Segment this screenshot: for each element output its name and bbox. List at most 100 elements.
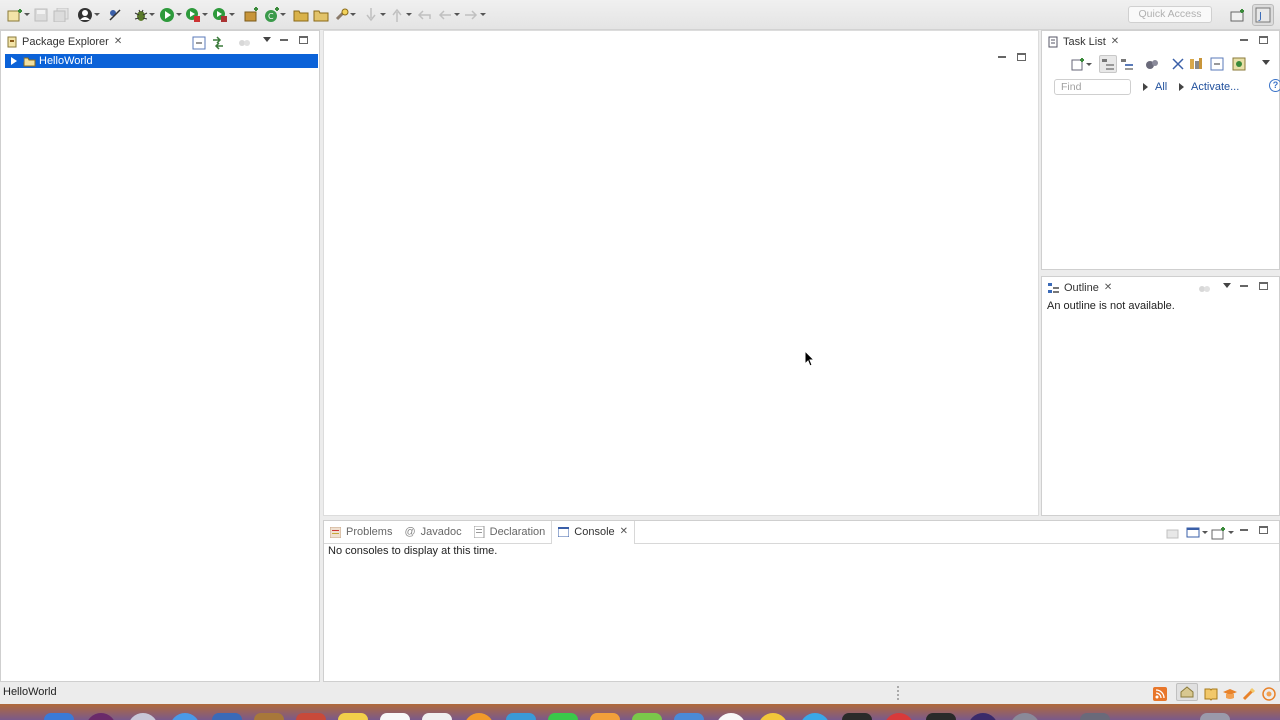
tab-declaration[interactable]: Declaration — [468, 521, 552, 543]
link-with-editor-icon[interactable] — [211, 34, 225, 52]
overview-icon[interactable] — [1176, 683, 1198, 701]
filter-all-link[interactable]: All — [1143, 81, 1167, 93]
run-dropdown-icon[interactable] — [176, 13, 182, 16]
hide-completed-icon[interactable] — [1171, 55, 1185, 73]
dock-app-icon[interactable] — [380, 713, 410, 720]
open-console-dropdown-icon[interactable] — [1228, 531, 1234, 534]
tab-outline[interactable]: Outline ✕ — [1042, 277, 1118, 299]
dock-app-icon[interactable] — [884, 713, 914, 720]
dock-app-icon[interactable] — [548, 713, 578, 720]
dock-app-icon[interactable] — [800, 713, 830, 720]
tab-javadoc[interactable]: @ Javadoc — [398, 521, 467, 543]
dock-app-icon[interactable] — [86, 713, 116, 720]
new-task-dropdown-icon[interactable] — [1086, 63, 1092, 66]
trash-icon[interactable] — [1200, 713, 1230, 720]
dock-app-icon[interactable] — [506, 713, 536, 720]
dock-app-icon[interactable] — [44, 713, 74, 720]
repositories-icon[interactable] — [1232, 55, 1246, 73]
rss-icon[interactable] — [1153, 685, 1167, 703]
editor-minimize-icon[interactable] — [998, 56, 1006, 58]
dock-app-icon[interactable] — [338, 713, 368, 720]
view-menu-icon[interactable] — [263, 37, 271, 42]
run-icon[interactable] — [159, 6, 175, 24]
new-java-class-dropdown-icon[interactable] — [280, 13, 286, 16]
profile-dropdown-icon[interactable] — [94, 13, 100, 16]
tab-package-explorer[interactable]: Package Explorer ✕ — [1, 31, 128, 53]
tree-item-project[interactable]: J HelloWorld — [5, 54, 318, 68]
profile-icon[interactable] — [77, 6, 93, 24]
minimize-icon[interactable] — [280, 39, 288, 41]
minimize-icon[interactable] — [1240, 529, 1248, 531]
close-icon[interactable]: ✕ — [114, 37, 122, 47]
dock-app-icon[interactable] — [632, 713, 662, 720]
external-tools-dropdown-icon[interactable] — [229, 13, 235, 16]
dock-app-icon[interactable] — [1080, 713, 1110, 720]
open-perspective-icon[interactable] — [1230, 6, 1246, 24]
whats-new-icon[interactable] — [1242, 685, 1256, 703]
dock-app-icon[interactable] — [212, 713, 242, 720]
new-icon[interactable] — [7, 6, 23, 24]
quick-access-field[interactable]: Quick Access — [1128, 6, 1212, 23]
debug-icon[interactable] — [133, 6, 149, 24]
editor-maximize-icon[interactable] — [1017, 53, 1026, 61]
marketplace-icon[interactable] — [1262, 685, 1276, 703]
tutorials-icon[interactable] — [1223, 685, 1237, 703]
collapse-all-icon[interactable] — [1210, 55, 1224, 73]
search-dropdown-icon[interactable] — [350, 13, 356, 16]
help-icon[interactable]: ? — [1269, 79, 1280, 92]
minimize-icon[interactable] — [1240, 39, 1248, 41]
dock-app-icon[interactable] — [1010, 713, 1040, 720]
java-perspective-icon[interactable]: J — [1252, 4, 1274, 26]
dock-app-icon[interactable] — [170, 713, 200, 720]
dock-app-icon[interactable] — [296, 713, 326, 720]
tab-console[interactable]: Console ✕ — [551, 520, 636, 544]
view-menu-icon[interactable] — [1262, 60, 1270, 65]
dock-app-icon[interactable] — [590, 713, 620, 720]
editor-area[interactable] — [323, 30, 1039, 516]
dock-app-icon[interactable] — [674, 713, 704, 720]
focus-on-workweek-icon[interactable] — [1145, 55, 1159, 73]
activate-link[interactable]: Activate... — [1179, 81, 1239, 93]
dock-app-icon[interactable] — [464, 713, 494, 720]
close-icon[interactable]: ✕ — [1104, 283, 1112, 293]
maximize-icon[interactable] — [1259, 282, 1268, 290]
open-console-icon[interactable] — [1211, 524, 1227, 542]
collapse-all-icon[interactable] — [192, 34, 206, 52]
close-icon[interactable]: ✕ — [1111, 37, 1119, 47]
new-task-icon[interactable] — [1071, 55, 1085, 73]
dock-app-icon[interactable] — [254, 713, 284, 720]
maximize-icon[interactable] — [1259, 36, 1268, 44]
dock-app-icon[interactable] — [128, 713, 158, 720]
dock-app-icon[interactable] — [716, 713, 746, 720]
new-java-package-icon[interactable] — [243, 6, 259, 24]
tab-task-list[interactable]: Task List ✕ — [1042, 31, 1125, 53]
synchronize-icon[interactable] — [1189, 55, 1203, 73]
dock-app-icon[interactable] — [926, 713, 956, 720]
coverage-icon[interactable] — [185, 6, 201, 24]
minimize-icon[interactable] — [1240, 285, 1248, 287]
categorized-icon[interactable] — [1099, 55, 1117, 73]
new-dropdown-icon[interactable] — [24, 13, 30, 16]
dock-app-icon[interactable] — [968, 713, 998, 720]
dock-app-icon[interactable] — [422, 713, 452, 720]
coverage-dropdown-icon[interactable] — [202, 13, 208, 16]
skip-breakpoints-icon[interactable] — [108, 6, 122, 24]
debug-dropdown-icon[interactable] — [149, 13, 155, 16]
new-java-class-icon[interactable]: C — [264, 6, 280, 24]
dock-app-icon[interactable] — [758, 713, 788, 720]
display-selected-console-icon[interactable] — [1186, 524, 1200, 542]
maximize-icon[interactable] — [1259, 526, 1268, 534]
open-type-icon[interactable] — [293, 6, 309, 24]
open-task-icon[interactable] — [313, 6, 329, 24]
tab-problems[interactable]: Problems — [324, 521, 398, 543]
display-console-dropdown-icon[interactable] — [1202, 531, 1208, 534]
maximize-icon[interactable] — [299, 36, 308, 44]
dock-app-icon[interactable] — [842, 713, 872, 720]
find-input[interactable]: Find — [1054, 79, 1131, 95]
scheduled-icon[interactable] — [1120, 55, 1134, 73]
view-menu-icon[interactable] — [1223, 283, 1231, 288]
close-icon[interactable]: ✕ — [620, 527, 628, 537]
samples-icon[interactable] — [1204, 685, 1218, 703]
search-icon[interactable] — [334, 6, 350, 24]
external-tools-icon[interactable] — [212, 6, 228, 24]
